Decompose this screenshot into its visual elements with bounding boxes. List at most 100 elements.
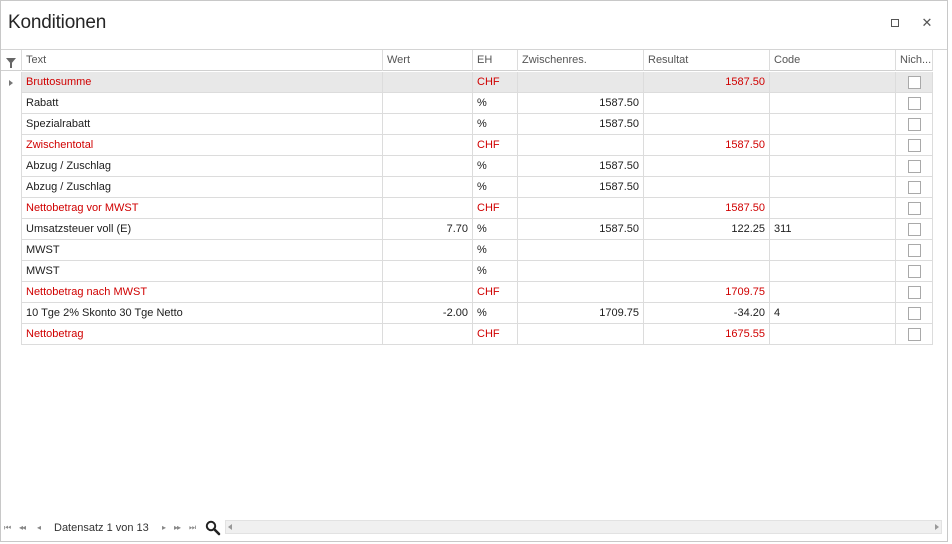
cell-eh[interactable]: CHF [473,282,518,303]
cell-resultat[interactable] [644,261,770,282]
cell-text[interactable]: Bruttosumme [22,72,383,93]
scroll-right-arrow-icon[interactable] [935,524,939,530]
row-checkbox[interactable] [907,222,921,236]
cell-eh[interactable]: % [473,261,518,282]
cell-zwischenres[interactable] [518,282,644,303]
cell-eh[interactable]: % [473,303,518,324]
column-header-eh[interactable]: EH [473,50,518,71]
table-row[interactable]: Rabatt% 1587.50 [1,93,933,114]
cell-eh[interactable]: % [473,156,518,177]
cell-text[interactable]: Spezialrabatt [22,114,383,135]
cell-wert[interactable] [383,324,473,345]
nav-first-button[interactable]: ⏮ [4,521,11,535]
row-indicator[interactable] [1,156,22,177]
row-checkbox[interactable] [907,285,921,299]
cell-text[interactable]: Zwischentotal [22,135,383,156]
cell-zwischenres[interactable] [518,324,644,345]
cell-zwischenres[interactable]: 1587.50 [518,114,644,135]
cell-wert[interactable] [383,198,473,219]
cell-resultat[interactable]: 1587.50 [644,72,770,93]
cell-code[interactable] [770,93,896,114]
cell-eh[interactable]: % [473,93,518,114]
cell-resultat[interactable] [644,177,770,198]
search-button[interactable] [205,520,221,536]
nav-prev-button[interactable]: ◂ [37,521,41,535]
row-indicator[interactable] [1,135,22,156]
table-row[interactable]: Umsatzsteuer voll (E) 7.70% 1587.50 122.25 3… [1,219,933,240]
cell-zwischenres[interactable] [518,240,644,261]
cell-code[interactable] [770,261,896,282]
cell-code[interactable] [770,282,896,303]
cell-resultat[interactable] [644,240,770,261]
cell-wert[interactable] [383,72,473,93]
cell-text[interactable]: MWST [22,240,383,261]
cell-code[interactable] [770,324,896,345]
close-button[interactable]: ✕ [919,15,935,31]
row-indicator[interactable] [1,198,22,219]
cell-wert[interactable] [383,114,473,135]
cell-eh[interactable]: CHF [473,135,518,156]
cell-zwischenres[interactable]: 1587.50 [518,156,644,177]
cell-wert[interactable]: 7.70 [383,219,473,240]
column-header-wert[interactable]: Wert [383,50,473,71]
cell-zwischenres[interactable]: 1709.75 [518,303,644,324]
cell-text[interactable]: Nettobetrag nach MWST [22,282,383,303]
maximize-button[interactable] [887,15,903,31]
cell-zwischenres[interactable] [518,261,644,282]
cell-text[interactable]: Abzug / Zuschlag [22,177,383,198]
row-checkbox[interactable] [907,306,921,320]
table-row[interactable]: Nettobetrag vor MWST CHF 1587.50 [1,198,933,219]
row-checkbox[interactable] [907,180,921,194]
column-header-zwischenres[interactable]: Zwischenres. [518,50,644,71]
cell-zwischenres[interactable] [518,135,644,156]
cell-text[interactable]: Nettobetrag vor MWST [22,198,383,219]
cell-code[interactable] [770,135,896,156]
table-row[interactable]: MWST% [1,261,933,282]
column-header-text[interactable]: Text [22,50,383,71]
cell-eh[interactable]: % [473,240,518,261]
cell-eh[interactable]: % [473,219,518,240]
row-checkbox[interactable] [907,138,921,152]
cell-text[interactable]: Abzug / Zuschlag [22,156,383,177]
row-checkbox[interactable] [907,264,921,278]
row-indicator[interactable] [1,282,22,303]
cell-code[interactable] [770,114,896,135]
table-row[interactable]: Abzug / Zuschlag% 1587.50 [1,177,933,198]
cell-zwischenres[interactable]: 1587.50 [518,219,644,240]
table-row[interactable]: Nettobetrag nach MWST CHF 1709.75 [1,282,933,303]
table-row[interactable]: Nettobetrag CHF 1675.55 [1,324,933,345]
cell-resultat[interactable] [644,93,770,114]
row-indicator[interactable] [1,261,22,282]
table-row[interactable]: Zwischentotal CHF 1587.50 [1,135,933,156]
cell-code[interactable] [770,198,896,219]
row-indicator[interactable] [1,219,22,240]
table-row[interactable]: Bruttosumme CHF 1587.50 [1,72,933,93]
table-row[interactable]: MWST% [1,240,933,261]
cell-resultat[interactable]: 1675.55 [644,324,770,345]
row-indicator[interactable] [1,324,22,345]
cell-wert[interactable]: -2.00 [383,303,473,324]
row-checkbox[interactable] [907,159,921,173]
cell-code[interactable] [770,72,896,93]
cell-resultat[interactable]: 1587.50 [644,135,770,156]
cell-wert[interactable] [383,261,473,282]
nav-prev-page-button[interactable]: ◂◂ [19,521,26,535]
row-checkbox[interactable] [907,75,921,89]
cell-zwischenres[interactable]: 1587.50 [518,93,644,114]
row-checkbox[interactable] [907,96,921,110]
cell-resultat[interactable] [644,114,770,135]
cell-code[interactable] [770,177,896,198]
cell-text[interactable]: Nettobetrag [22,324,383,345]
cell-resultat[interactable]: 1709.75 [644,282,770,303]
cell-resultat[interactable]: 1587.50 [644,198,770,219]
cell-wert[interactable] [383,135,473,156]
cell-eh[interactable]: CHF [473,198,518,219]
horizontal-scrollbar[interactable] [225,520,942,534]
row-indicator[interactable] [1,93,22,114]
cell-wert[interactable] [383,93,473,114]
row-indicator[interactable] [1,240,22,261]
cell-resultat[interactable] [644,156,770,177]
cell-code[interactable]: 4 [770,303,896,324]
cell-text[interactable]: Rabatt [22,93,383,114]
nav-next-button[interactable]: ▸ [162,521,166,535]
